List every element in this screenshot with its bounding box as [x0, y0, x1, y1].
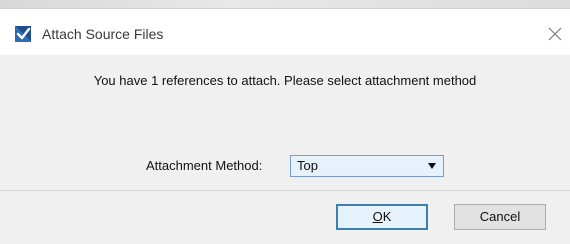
attach-source-files-dialog: Attach Source Files You have 1 reference… — [0, 8, 570, 244]
ok-button[interactable]: OK — [336, 204, 428, 230]
attachment-method-label: Attachment Method: — [146, 158, 263, 173]
close-icon[interactable] — [546, 25, 564, 43]
attachment-method-value: Top — [297, 158, 318, 173]
ok-label-rest: K — [382, 209, 392, 224]
attachment-method-select[interactable]: Top — [290, 155, 444, 177]
background-window-strip — [0, 0, 570, 8]
title-bar[interactable]: Attach Source Files — [0, 9, 570, 55]
instruction-message: You have 1 references to attach. Please … — [93, 73, 477, 88]
dropdown-arrow-icon — [428, 163, 436, 169]
dialog-title: Attach Source Files — [42, 26, 164, 42]
ok-mnemonic: O — [372, 209, 383, 224]
microstation-logo-icon — [15, 26, 31, 42]
cancel-button[interactable]: Cancel — [454, 204, 546, 230]
button-bar: OK Cancel — [0, 191, 570, 244]
